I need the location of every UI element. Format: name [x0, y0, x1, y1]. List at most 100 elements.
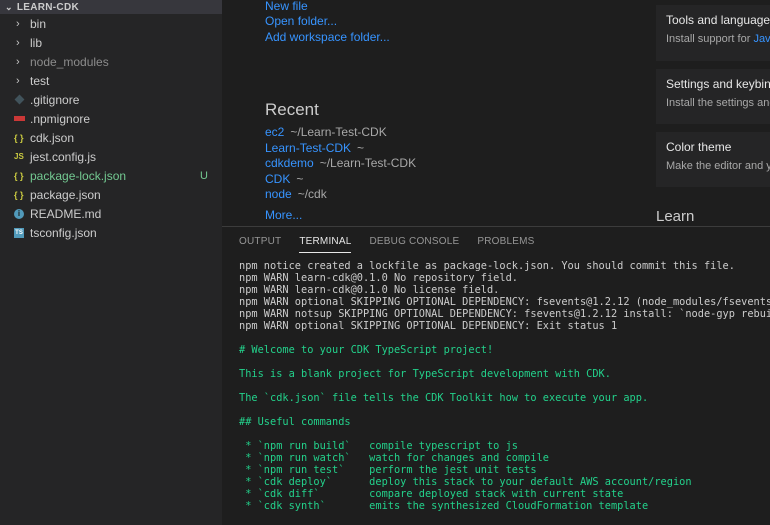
- terminal-line: * `npm run watch` watch for changes and …: [239, 452, 549, 464]
- card-title: Tools and languages: [666, 13, 770, 27]
- tree-file[interactable]: { } package.json: [0, 185, 222, 204]
- terminal-line: This is a blank project for TypeScript d…: [239, 368, 611, 380]
- tree-item-label: package-lock.json: [30, 168, 127, 183]
- terminal-line: npm WARN optional SKIPPING OPTIONAL DEPE…: [239, 320, 618, 332]
- card-description: Make the editor and your code look: [666, 160, 770, 172]
- recent-item-name[interactable]: cdkdemo: [265, 156, 314, 170]
- tree-folder[interactable]: › lib: [0, 33, 222, 52]
- terminal-output[interactable]: npm notice created a lockfile as package…: [222, 257, 770, 512]
- tab-debug-console[interactable]: DEBUG CONSOLE: [369, 227, 459, 257]
- recent-item-path: ~/Learn-Test-CDK: [290, 125, 387, 139]
- recent-title: Recent: [265, 100, 319, 119]
- git-icon: [14, 94, 28, 105]
- tree-file[interactable]: .npmignore: [0, 109, 222, 128]
- card-description: Install support for Java: [666, 33, 770, 45]
- chevron-right-icon: ›: [16, 17, 20, 30]
- tree-item-label: .gitignore: [30, 92, 80, 107]
- tab-terminal[interactable]: TERMINAL: [299, 231, 352, 253]
- file-tree: › bin › lib › node_modules › test .gitignore .npm…: [0, 14, 222, 242]
- more-recent-link[interactable]: More...: [265, 208, 302, 222]
- card-title: Color theme: [666, 140, 732, 154]
- tree-file[interactable]: i README.md: [0, 204, 222, 223]
- json-icon: { }: [14, 132, 24, 143]
- recent-item[interactable]: Learn-Test-CDK ~: [265, 141, 364, 155]
- recent-item-name[interactable]: CDK: [265, 172, 290, 186]
- chevron-right-icon: ›: [16, 36, 20, 49]
- tree-item-label: cdk.json: [30, 130, 75, 145]
- terminal-line: * `npm run build` compile typescript to …: [239, 440, 518, 452]
- recent-item[interactable]: cdkdemo ~/Learn-Test-CDK: [265, 156, 416, 170]
- welcome-page: New file Open folder... Add workspace fo…: [222, 0, 770, 226]
- terminal-line: npm WARN learn-cdk@0.1.0 No repository f…: [239, 272, 518, 284]
- tab-output[interactable]: OUTPUT: [239, 227, 281, 257]
- explorer-root-label: LEARN-CDK: [16, 1, 79, 13]
- recent-item-name[interactable]: Learn-Test-CDK: [265, 141, 351, 155]
- tree-item-label: test: [30, 73, 50, 88]
- terminal-line: npm WARN optional SKIPPING OPTIONAL DEPE…: [239, 296, 770, 308]
- tree-item-label: tsconfig.json: [30, 225, 97, 240]
- open-folder-link[interactable]: Open folder...: [265, 14, 337, 28]
- tree-item-label: README.md: [30, 206, 102, 221]
- npm-icon: [14, 116, 28, 121]
- terminal-line: * `npm run test` perform the jest unit t…: [239, 464, 537, 476]
- tree-folder[interactable]: › test: [0, 71, 222, 90]
- recent-item-path: ~/cdk: [297, 187, 327, 201]
- chevron-down-icon: ⌄: [5, 1, 13, 12]
- color-theme-card[interactable]: Color theme Make the editor and your cod…: [656, 132, 770, 187]
- settings-keybindings-card[interactable]: Settings and keybindings Install the set…: [656, 69, 770, 124]
- recent-item-path: ~: [296, 171, 304, 186]
- tree-file[interactable]: TS tsconfig.json: [0, 223, 222, 242]
- card-title: Settings and keybindings: [666, 77, 770, 91]
- tab-problems[interactable]: PROBLEMS: [477, 227, 534, 257]
- terminal-line: npm WARN notsup SKIPPING OPTIONAL DEPEND…: [239, 308, 770, 320]
- recent-item[interactable]: CDK ~: [265, 172, 303, 186]
- terminal-line: # Welcome to your CDK TypeScript project…: [239, 344, 494, 356]
- tree-item-label: jest.config.js: [30, 149, 97, 164]
- recent-item-path: ~/Learn-Test-CDK: [319, 156, 417, 170]
- tree-file[interactable]: { } package-lock.json U: [0, 166, 222, 185]
- tree-item-label: lib: [30, 35, 43, 50]
- add-workspace-folder-link[interactable]: Add workspace folder...: [265, 30, 390, 44]
- explorer-root-header[interactable]: ⌄ LEARN-CDK: [0, 0, 222, 14]
- js-icon: JS: [14, 152, 24, 161]
- tree-file[interactable]: JS jest.config.js: [0, 147, 222, 166]
- new-file-link[interactable]: New file: [265, 0, 308, 13]
- terminal-line: npm notice created a lockfile as package…: [239, 260, 735, 272]
- recent-item-name[interactable]: ec2: [265, 125, 284, 139]
- tools-languages-card[interactable]: Tools and languages Install support for …: [656, 5, 770, 61]
- recent-item-path: ~: [357, 140, 365, 155]
- panel-tabs: OUTPUT TERMINAL DEBUG CONSOLE PROBLEMS: [222, 227, 770, 257]
- tree-item-label: node_modules: [30, 54, 109, 69]
- terminal-line: ## Useful commands: [239, 416, 351, 428]
- recent-item-name[interactable]: node: [265, 187, 292, 201]
- recent-item[interactable]: node ~/cdk: [265, 187, 327, 201]
- tree-folder[interactable]: › node_modules: [0, 52, 222, 71]
- tree-file[interactable]: { } cdk.json: [0, 128, 222, 147]
- tree-item-label: .npmignore: [30, 111, 91, 126]
- tree-file[interactable]: .gitignore: [0, 90, 222, 109]
- recent-item[interactable]: ec2 ~/Learn-Test-CDK: [265, 125, 387, 139]
- java-link[interactable]: Java: [753, 33, 770, 45]
- ts-icon: TS: [14, 227, 24, 238]
- explorer-sidebar: ⌄ LEARN-CDK › bin › lib › node_modules › test .g…: [0, 0, 222, 525]
- bottom-panel: OUTPUT TERMINAL DEBUG CONSOLE PROBLEMS n…: [222, 226, 770, 525]
- info-icon: i: [14, 208, 28, 219]
- terminal-line: * `cdk diff` compare deployed stack with…: [239, 488, 624, 500]
- card-description: Install the settings and keyboard: [666, 97, 770, 109]
- json-icon: { }: [14, 189, 24, 200]
- tree-folder[interactable]: › bin: [0, 14, 222, 33]
- tree-item-label: package.json: [30, 187, 101, 202]
- tree-item-label: bin: [30, 16, 47, 31]
- json-icon: { }: [14, 170, 24, 181]
- terminal-line: * `cdk synth` emits the synthesized Clou…: [239, 500, 649, 512]
- learn-title: Learn: [656, 208, 695, 225]
- terminal-line: The `cdk.json` file tells the CDK Toolki…: [239, 392, 649, 404]
- chevron-right-icon: ›: [16, 74, 20, 87]
- untracked-badge: U: [200, 169, 208, 182]
- terminal-line: npm WARN learn-cdk@0.1.0 No license fiel…: [239, 284, 500, 296]
